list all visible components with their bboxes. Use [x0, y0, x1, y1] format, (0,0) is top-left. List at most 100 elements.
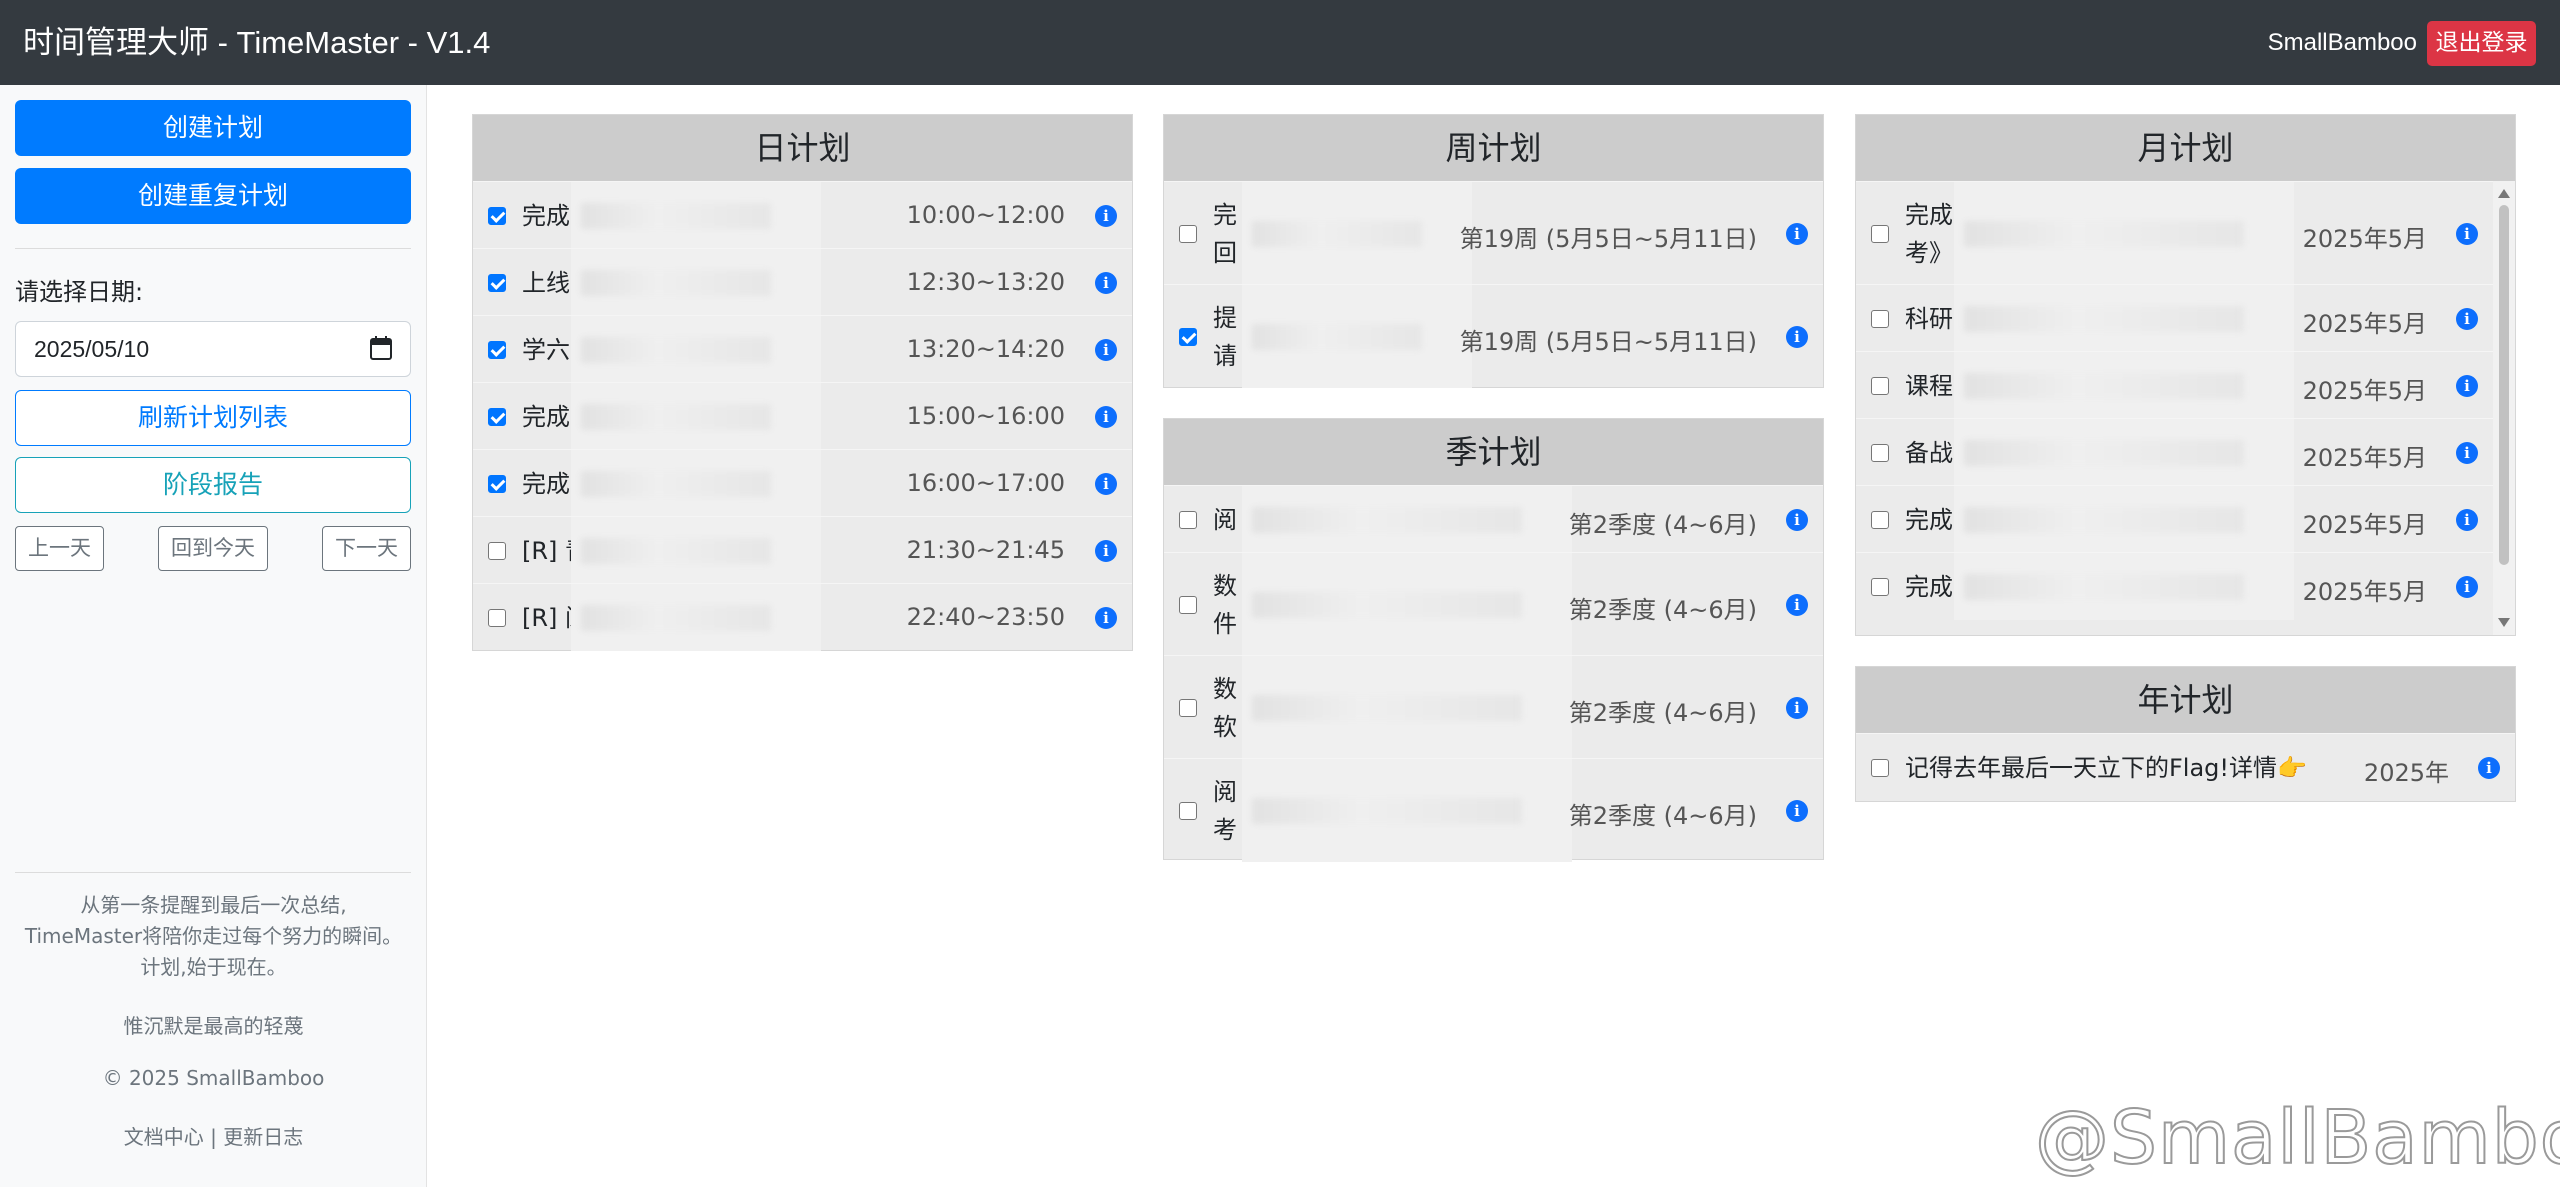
plan-title[interactable]: 完成	[522, 400, 570, 434]
info-icon[interactable]: i	[1786, 696, 1808, 719]
redacted-text	[1964, 220, 2244, 247]
plan-checkbox[interactable]	[1179, 698, 1197, 717]
plan-title-line[interactable]: 完	[1213, 198, 1237, 232]
month-plan-scrollbar[interactable]	[2493, 181, 2515, 635]
scroll-down-arrow-icon[interactable]	[2498, 618, 2510, 627]
plan-title-line[interactable]: 件	[1213, 607, 1237, 641]
plan-checkbox[interactable]	[488, 541, 506, 560]
date-input[interactable]: 2025/05/10	[15, 321, 411, 377]
plan-title-line[interactable]: 考	[1213, 813, 1237, 847]
plan-title-line[interactable]: 提	[1213, 301, 1237, 335]
plan-checkbox[interactable]	[1871, 758, 1889, 777]
plan-checkbox[interactable]	[488, 608, 506, 627]
plan-period: 2025年5月	[2302, 577, 2427, 606]
create-plan-button[interactable]: 创建计划	[15, 100, 411, 156]
plan-checkbox[interactable]	[488, 206, 506, 225]
plan-checkbox[interactable]	[1871, 510, 1889, 529]
plan-title[interactable]: 完成	[1905, 503, 1953, 537]
redacted-text	[581, 403, 771, 430]
plan-title[interactable]: 完成	[522, 467, 570, 501]
logout-button[interactable]: 退出登录	[2427, 21, 2536, 66]
plan-checkbox[interactable]	[488, 407, 506, 426]
scroll-up-arrow-icon[interactable]	[2498, 189, 2510, 198]
info-icon[interactable]: i	[1095, 539, 1117, 562]
plan-checkbox[interactable]	[488, 340, 506, 359]
plan-title[interactable]: 完成	[522, 199, 570, 233]
info-icon[interactable]: i	[2478, 756, 2500, 779]
plan-row: 备战 2025年5月 i	[1856, 418, 2515, 486]
plan-period: 16:00~17:00	[906, 468, 1065, 497]
plan-checkbox[interactable]	[1179, 595, 1197, 614]
prev-day-button[interactable]: 上一天	[15, 526, 104, 571]
plan-title-line[interactable]: 请	[1213, 339, 1237, 373]
create-repeat-plan-button[interactable]: 创建重复计划	[15, 168, 411, 224]
redacted-text	[1964, 573, 2244, 600]
info-icon[interactable]: i	[2456, 575, 2478, 598]
scrollbar-thumb[interactable]	[2499, 205, 2509, 565]
plan-checkbox[interactable]	[1871, 224, 1889, 243]
info-icon[interactable]: i	[1095, 405, 1117, 428]
plan-title[interactable]: 上线	[522, 266, 570, 300]
info-icon[interactable]: i	[2456, 222, 2478, 245]
info-icon[interactable]: i	[2456, 508, 2478, 531]
info-icon[interactable]: i	[1786, 508, 1808, 531]
info-icon[interactable]: i	[2456, 307, 2478, 330]
plan-checkbox[interactable]	[1871, 376, 1889, 395]
plan-row: 数件 第2季度 (4~6月) i	[1164, 552, 1823, 656]
plan-title[interactable]: 学六	[522, 333, 570, 367]
plan-checkbox[interactable]	[488, 273, 506, 292]
redacted-text	[581, 336, 771, 363]
plan-checkbox[interactable]	[1871, 309, 1889, 328]
plan-row: 阅考 第2季度 (4~6月) i	[1164, 758, 1823, 862]
redacted-text	[581, 604, 771, 631]
changelog-link[interactable]: 更新日志	[223, 1125, 303, 1149]
plan-title-line[interactable]: 数	[1213, 569, 1237, 603]
plan-title[interactable]: 备战	[1905, 436, 1953, 470]
plan-title-line[interactable]: 软	[1213, 710, 1237, 744]
info-icon[interactable]: i	[1786, 222, 1808, 245]
redacted-text	[1252, 591, 1522, 618]
plan-title-line[interactable]: 数	[1213, 672, 1237, 706]
plan-title-line[interactable]: 阅	[1213, 775, 1237, 809]
quarter-plan-panel: 季计划 阅第2季度 (4~6月) i 数件第2季度 (4~6月) i 数软第2季度 (4…	[1163, 418, 1824, 862]
stage-report-button[interactable]: 阶段报告	[15, 457, 411, 513]
docs-link[interactable]: 文档中心	[124, 1125, 204, 1149]
back-to-today-button[interactable]: 回到今天	[158, 526, 268, 571]
next-day-button[interactable]: 下一天	[322, 526, 411, 571]
plan-period: 2025年5月	[2302, 224, 2427, 253]
plan-title-line[interactable]: 考》	[1905, 236, 1953, 270]
plan-period: 第19周 (5月5日~5月11日)	[1459, 224, 1757, 253]
info-icon[interactable]: i	[1786, 799, 1808, 822]
username[interactable]: SmallBamboo	[2268, 0, 2417, 85]
plan-row: 完成 2025年5月 i	[1856, 552, 2515, 620]
info-icon[interactable]: i	[1786, 593, 1808, 616]
plan-checkbox[interactable]	[1871, 443, 1889, 462]
plan-checkbox[interactable]	[1871, 577, 1889, 596]
redacted-text	[1964, 506, 2244, 533]
info-icon[interactable]: i	[1095, 606, 1117, 629]
plan-title[interactable]: 记得去年最后一天立下的Flag!详情👉	[1905, 751, 2307, 785]
calendar-icon[interactable]	[370, 336, 392, 360]
info-icon[interactable]: i	[1095, 472, 1117, 495]
plan-checkbox[interactable]	[1179, 327, 1197, 346]
plan-period: 12:30~13:20	[906, 267, 1065, 296]
info-icon[interactable]: i	[2456, 441, 2478, 464]
plan-title[interactable]: 完成	[1905, 570, 1953, 604]
plan-title[interactable]: 阅	[1213, 503, 1237, 537]
plan-title-line[interactable]: 回	[1213, 236, 1237, 270]
info-icon[interactable]: i	[1095, 204, 1117, 227]
plan-checkbox[interactable]	[1179, 224, 1197, 243]
plan-title-line[interactable]: 完成	[1905, 198, 1953, 232]
plan-title[interactable]: 科研	[1905, 302, 1953, 336]
info-icon[interactable]: i	[2456, 374, 2478, 397]
plan-period: 2025年5月	[2302, 376, 2427, 405]
plan-title[interactable]: 课程	[1905, 369, 1953, 403]
redacted-text	[1252, 323, 1422, 350]
plan-checkbox[interactable]	[1179, 801, 1197, 820]
info-icon[interactable]: i	[1095, 338, 1117, 361]
plan-checkbox[interactable]	[1179, 510, 1197, 529]
plan-checkbox[interactable]	[488, 474, 506, 493]
info-icon[interactable]: i	[1095, 271, 1117, 294]
info-icon[interactable]: i	[1786, 325, 1808, 348]
refresh-plan-list-button[interactable]: 刷新计划列表	[15, 390, 411, 446]
